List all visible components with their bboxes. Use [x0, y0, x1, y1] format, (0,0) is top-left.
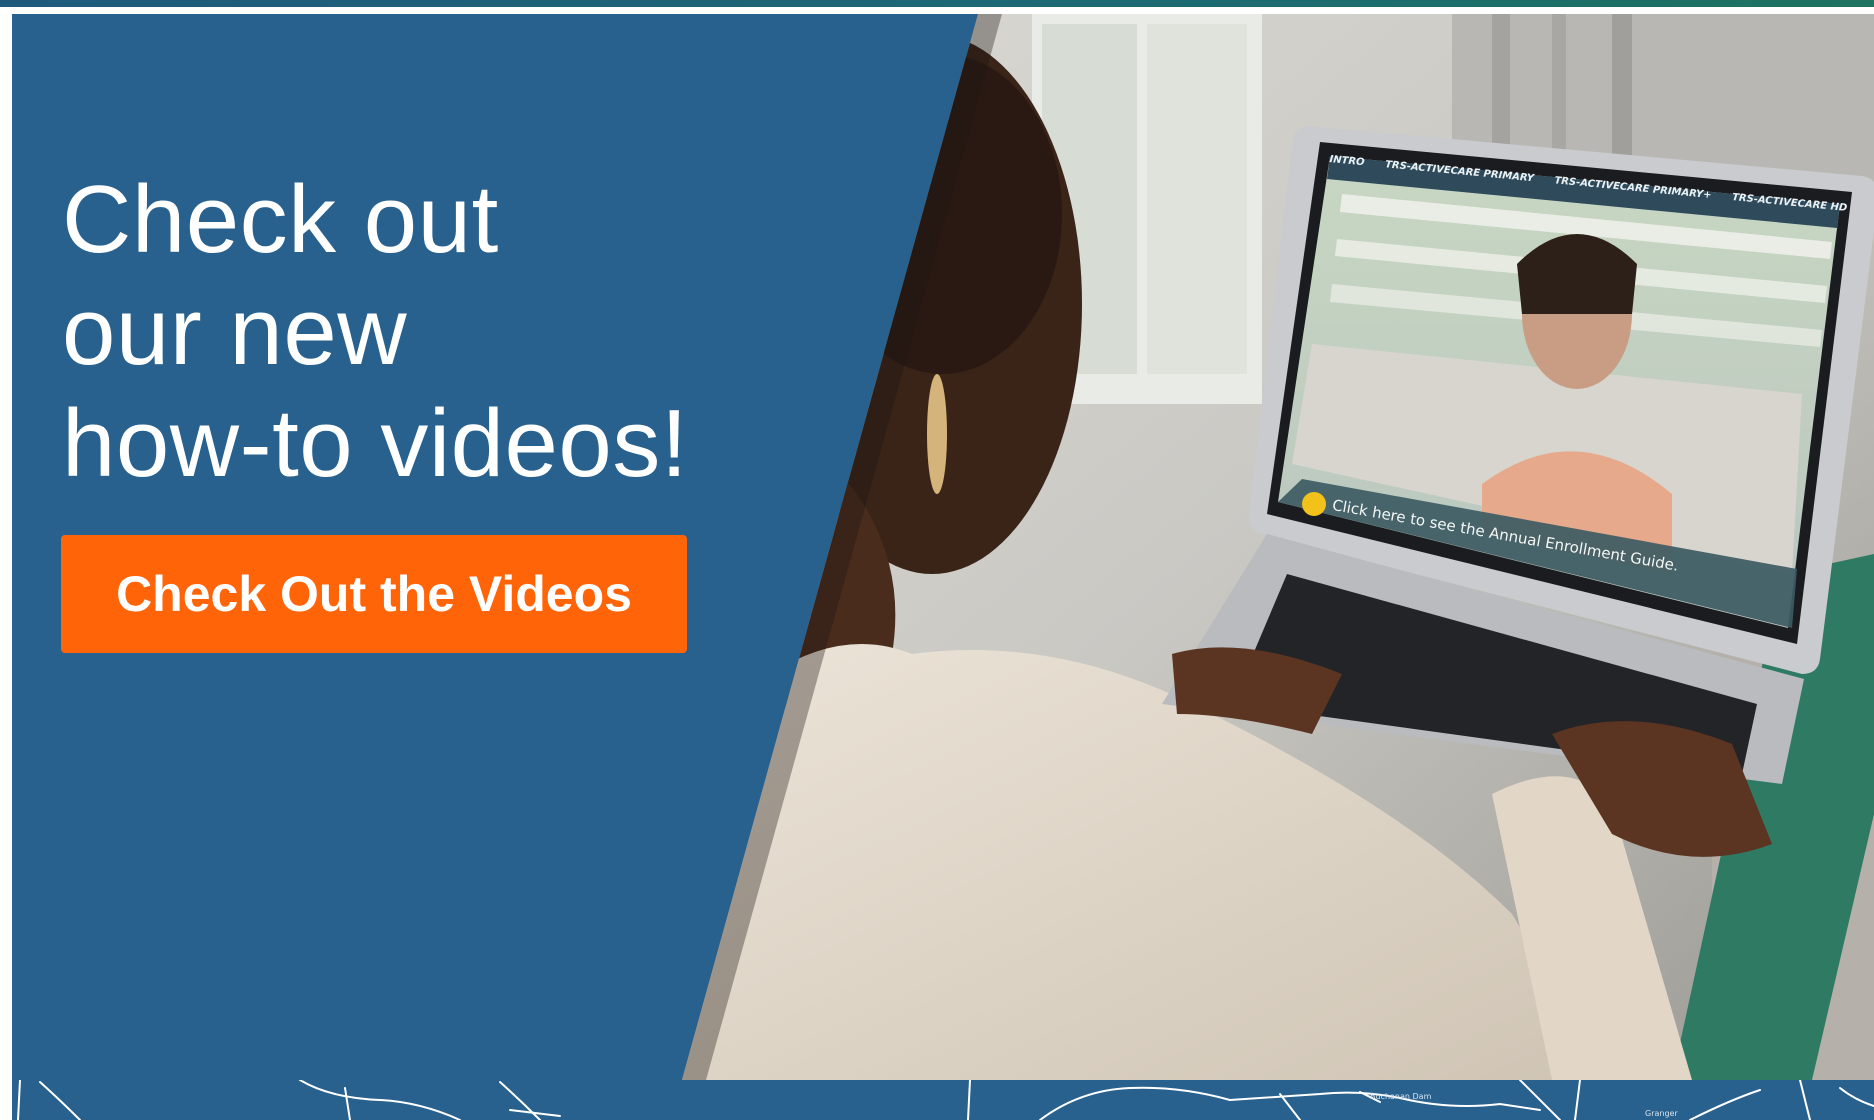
headline: Check out our new how-to videos!: [62, 164, 762, 500]
promo-banner: INTRO TRS-ACTIVECARE PRIMARY TRS-ACTIVEC…: [0, 0, 1874, 1120]
headline-line-3: how-to videos!: [62, 390, 688, 497]
map-label-buchanan-dam: Buchanan Dam: [1370, 1092, 1432, 1101]
map-roads-graphic: [17, 1080, 1874, 1120]
hero-section: INTRO TRS-ACTIVECARE PRIMARY TRS-ACTIVEC…: [12, 14, 1874, 1080]
top-divider: [0, 7, 1874, 14]
top-accent-bar: [0, 0, 1874, 7]
map-strip: Buchanan Dam Granger: [0, 1080, 1874, 1120]
check-out-videos-button[interactable]: Check Out the Videos: [61, 535, 687, 653]
headline-line-1: Check out: [62, 166, 499, 273]
headline-line-2: our new: [62, 278, 408, 385]
map-label-granger: Granger: [1645, 1109, 1678, 1118]
